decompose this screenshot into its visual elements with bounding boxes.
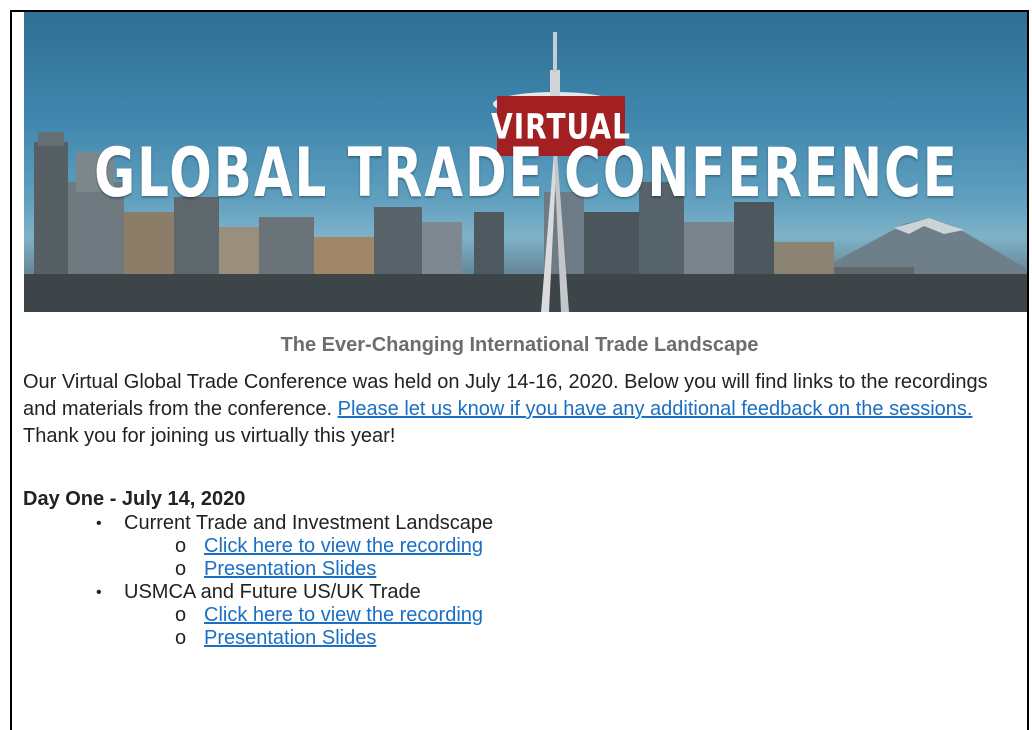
circle-bullet-icon: o bbox=[175, 627, 187, 649]
feedback-link[interactable]: Please let us know if you have any addit… bbox=[338, 398, 973, 420]
bullet-dot-icon: • bbox=[96, 515, 102, 532]
session-link-item: o Presentation Slides bbox=[12, 627, 1012, 650]
circle-bullet-icon: o bbox=[175, 558, 187, 580]
session-item: • Current Trade and Investment Landscape bbox=[12, 512, 1012, 535]
conference-banner: VIRTUAL GLOBAL TRADE CONFERENCE bbox=[24, 12, 1027, 312]
circle-bullet-icon: o bbox=[175, 604, 187, 626]
intro-paragraph: Our Virtual Global Trade Conference was … bbox=[23, 369, 1018, 450]
bullet-dot-icon: • bbox=[96, 584, 102, 601]
recording-link[interactable]: Click here to view the recording bbox=[204, 535, 483, 557]
session-link-item: o Click here to view the recording bbox=[12, 535, 1012, 558]
session-item: • USMCA and Future US/UK Trade bbox=[12, 581, 1012, 604]
intro-text-after: Thank you for joining us virtually this … bbox=[23, 425, 396, 447]
slides-link[interactable]: Presentation Slides bbox=[204, 558, 376, 580]
day-one-heading: Day One - July 14, 2020 bbox=[23, 488, 246, 510]
email-frame: VIRTUAL GLOBAL TRADE CONFERENCE The Ever… bbox=[10, 10, 1029, 730]
day-one-session-list: • Current Trade and Investment Landscape… bbox=[12, 512, 1012, 650]
recording-link[interactable]: Click here to view the recording bbox=[204, 604, 483, 626]
page-subtitle: The Ever-Changing International Trade La… bbox=[280, 334, 759, 356]
session-title: Current Trade and Investment Landscape bbox=[124, 512, 494, 534]
session-title: USMCA and Future US/UK Trade bbox=[124, 581, 421, 603]
session-link-item: o Click here to view the recording bbox=[12, 604, 1012, 627]
session-link-item: o Presentation Slides bbox=[12, 558, 1012, 581]
banner-title: GLOBAL TRADE CONFERENCE bbox=[94, 133, 959, 213]
circle-bullet-icon: o bbox=[175, 535, 187, 557]
slides-link[interactable]: Presentation Slides bbox=[204, 627, 376, 649]
